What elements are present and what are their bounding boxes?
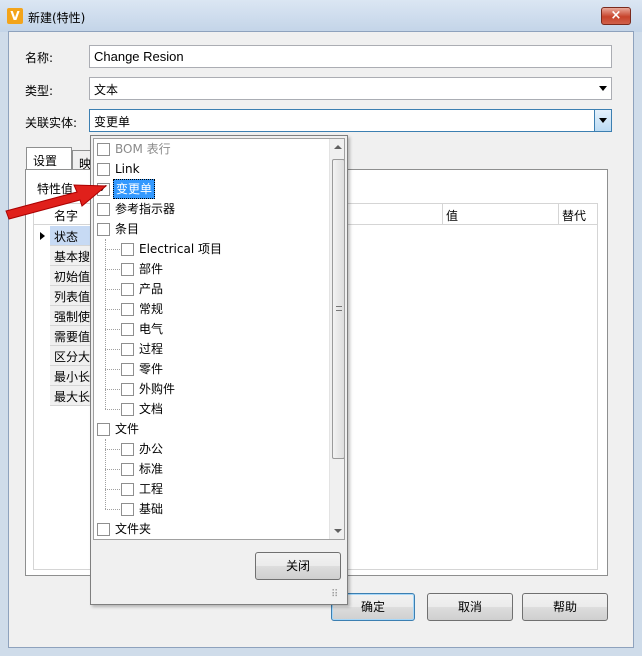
tree-item-label: 部件 [139,262,164,276]
checkbox[interactable] [121,503,134,516]
column-header-value[interactable]: 值 [442,204,461,225]
scrollbar-thumb[interactable] [332,159,344,459]
tree-item-label: BOM 表行 [115,142,171,156]
close-popup-button[interactable]: 关闭 [255,552,341,580]
window-title: 新建(特性) [28,11,86,25]
tab-settings[interactable]: 设置 [26,147,72,170]
close-window-button[interactable]: × [601,7,631,25]
tree-item-label: 电气 [139,322,164,336]
help-button[interactable]: 帮助 [522,593,608,621]
name-input[interactable]: Change Resion [89,45,612,68]
tree-item-label: 参考指示器 [115,202,176,216]
type-select[interactable]: 文本 [89,77,612,100]
tree-item-label: 外购件 [139,382,176,396]
tree-item-label: 零件 [139,362,164,376]
entity-select-value: 变更单 [94,115,131,129]
scroll-down-icon[interactable] [334,529,342,533]
annotation-arrow-icon [5,184,108,220]
checkbox[interactable] [97,143,110,156]
tree-item-label: Link [115,162,140,176]
tree-item-label: 常规 [139,302,164,316]
app-logo-icon: V [7,8,23,24]
name-label: 名称: [25,51,54,65]
entity-dropdown-button[interactable] [594,110,611,131]
tree-item-label: 文档 [139,402,164,416]
checkbox[interactable] [121,323,134,336]
tree-item-label: 办公 [139,442,164,456]
tree-item-label: 基础 [139,502,164,516]
tree-item-label: 过程 [139,342,164,356]
chevron-down-icon [599,86,607,91]
checkbox[interactable] [121,403,134,416]
tree-item-label: 文件夹 [115,522,152,536]
grip-icon [336,306,342,311]
tree-item-label: 标准 [139,462,164,476]
checkbox[interactable] [121,443,134,456]
title-bar [0,0,642,32]
resize-grip-icon[interactable]: ⠿ [331,588,345,602]
checkbox[interactable] [121,343,134,356]
entity-select[interactable]: 变更单 [89,109,612,132]
checkbox[interactable] [121,383,134,396]
tree-item-label: 产品 [139,282,164,296]
checkbox[interactable] [121,263,134,276]
tree-item-label: 工程 [139,482,164,496]
row-pointer-icon [40,232,45,240]
checkbox[interactable] [97,163,110,176]
checkbox[interactable] [97,423,110,436]
chevron-down-icon [599,118,607,123]
checkbox[interactable] [121,243,134,256]
tree-scrollbar[interactable] [329,139,344,539]
entity-dropdown-popup: BOM 表行 Link ✓ 变更单 参考指示器 条目 Electrical 项目… [90,135,348,605]
checkbox[interactable] [121,463,134,476]
entity-label: 关联实体: [25,116,78,130]
checkbox[interactable] [121,283,134,296]
entity-checkbox-tree: BOM 表行 Link ✓ 变更单 参考指示器 条目 Electrical 项目… [93,138,345,540]
checkbox[interactable] [97,523,110,536]
checkbox[interactable] [121,363,134,376]
tree-item-label: Electrical 项目 [139,242,222,256]
tree-item-label: 文件 [115,422,140,436]
cancel-button[interactable]: 取消 [427,593,513,621]
checkbox[interactable] [121,303,134,316]
scroll-up-icon[interactable] [334,145,342,149]
column-header-override[interactable]: 替代 [558,204,589,225]
type-label: 类型: [25,84,54,98]
type-select-value: 文本 [94,83,119,97]
checkbox[interactable] [121,483,134,496]
